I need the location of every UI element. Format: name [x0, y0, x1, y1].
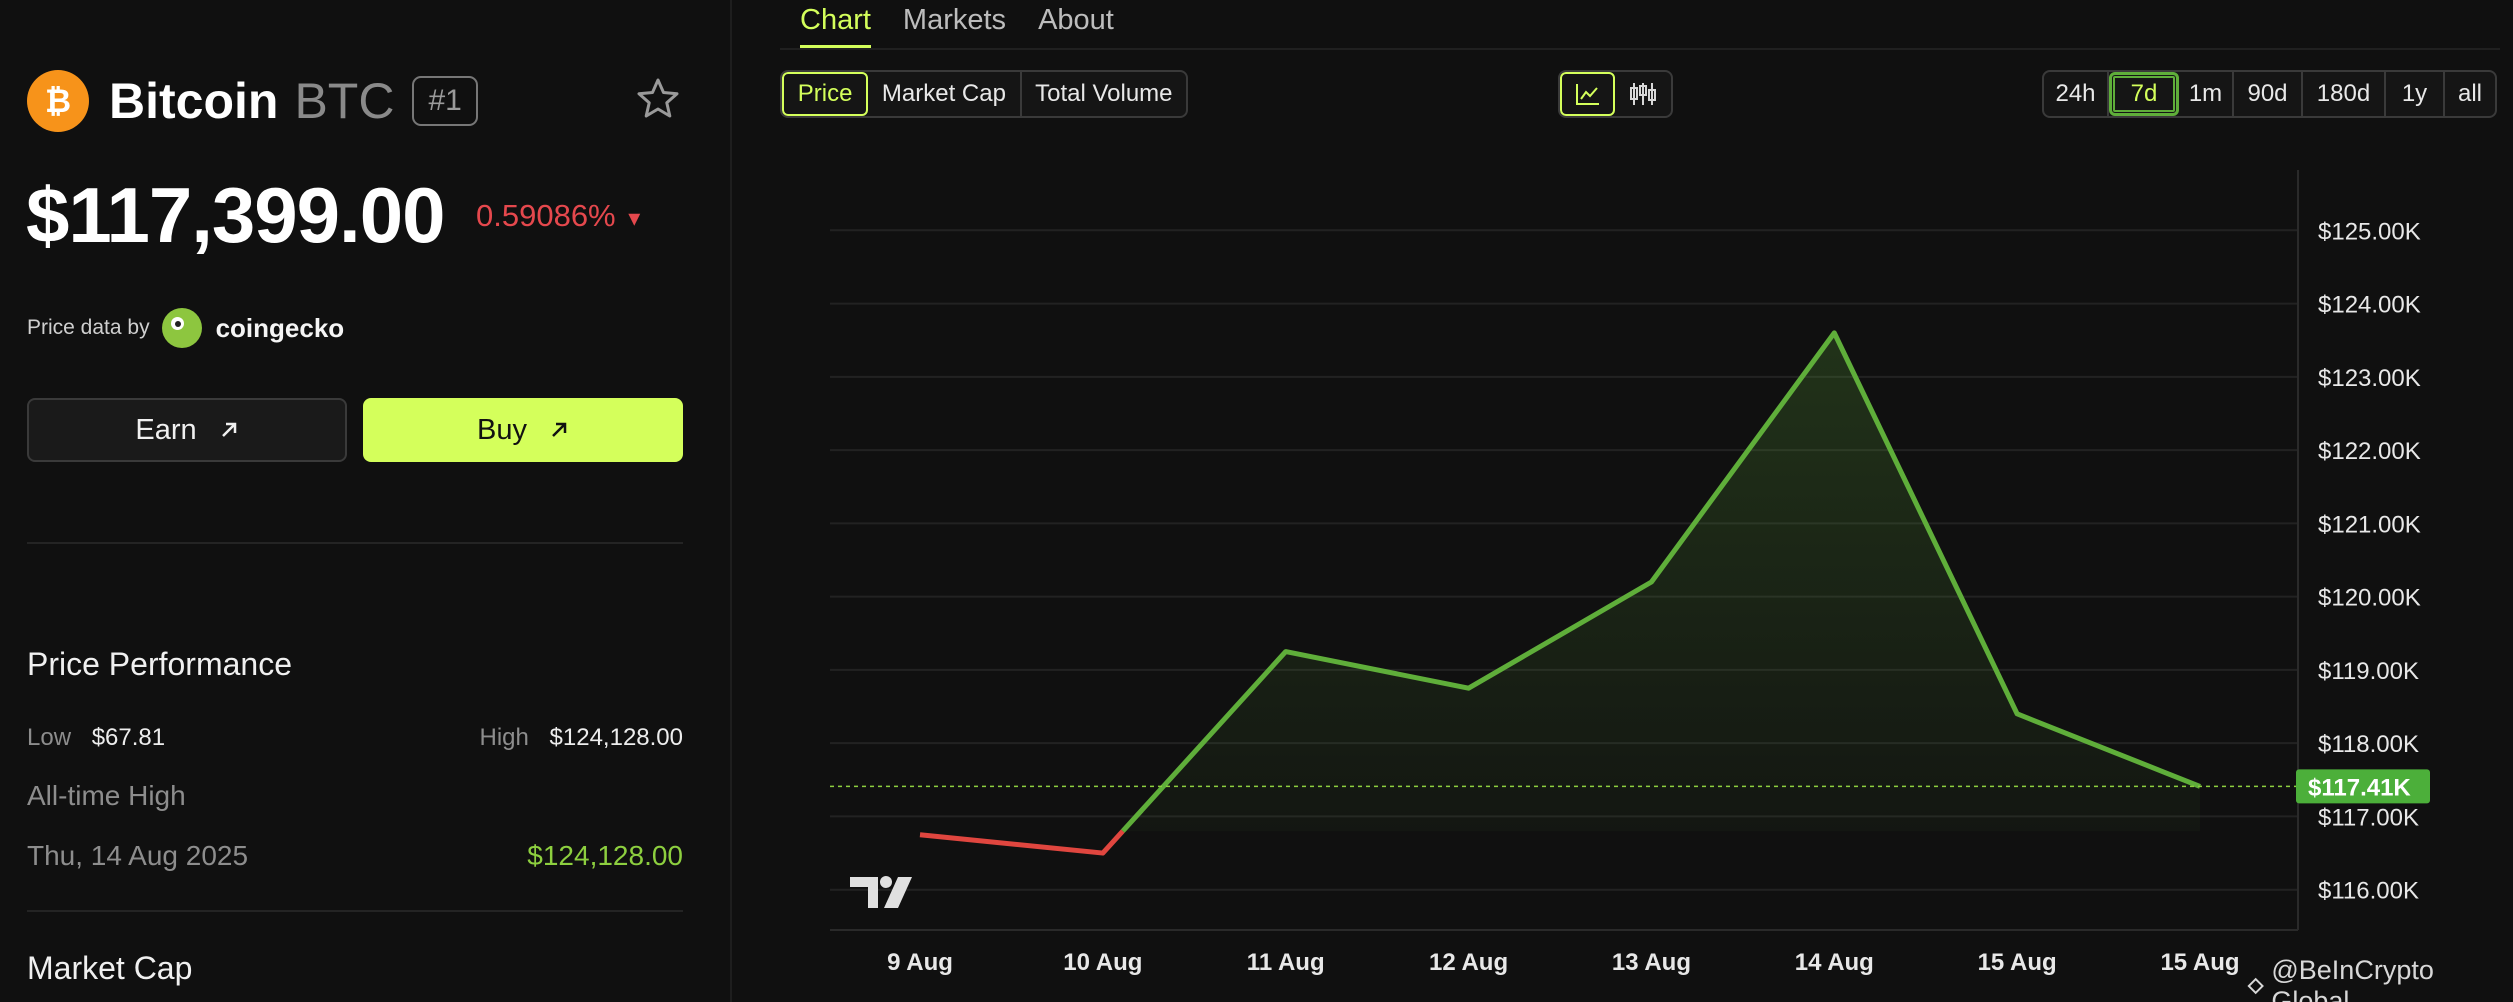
price-data-provider[interactable]: coingecko [216, 313, 345, 344]
line-chart-icon [1575, 84, 1599, 105]
x-tick-label: 9 Aug [887, 949, 953, 976]
coin-info-panel: ₿ Bitcoin BTC #1 $117,399.00 0.59086% ▾ … [0, 0, 732, 1002]
metric-price-button[interactable]: Price [782, 72, 869, 116]
x-tick-label: 10 Aug [1063, 949, 1142, 976]
candlestick-chart-button[interactable] [1615, 72, 1671, 116]
main-tabs: Chart Markets About [800, 4, 1114, 48]
metric-total-volume-button[interactable]: Total Volume [1022, 72, 1186, 116]
arrow-up-right-icon [552, 422, 567, 437]
y-tick-label: $124.00K [2318, 292, 2421, 319]
range-180d-button[interactable]: 180d [2303, 72, 2386, 116]
current-price: $117,399.00 [26, 171, 445, 259]
coingecko-logo-icon [161, 308, 202, 348]
high-value: $124,128.00 [549, 724, 683, 751]
price-change-value: 0.59086% [476, 198, 616, 233]
x-tick-label: 11 Aug [1247, 949, 1325, 976]
coin-header: ₿ Bitcoin BTC #1 [27, 70, 478, 132]
coin-name: Bitcoin [109, 73, 279, 129]
x-tick-label: 14 Aug [1795, 949, 1874, 976]
price-area-fill [1122, 332, 2200, 832]
divider [27, 542, 683, 544]
high-label: High [479, 724, 529, 751]
ath-date: Thu, 14 Aug 2025 [27, 840, 249, 871]
x-tick-label: 15 Aug [2160, 949, 2239, 976]
tab-chart[interactable]: Chart [800, 4, 871, 48]
price-performance-title: Price Performance [27, 646, 292, 682]
tab-markets[interactable]: Markets [903, 4, 1006, 48]
range-1y-button[interactable]: 1y [2386, 72, 2445, 116]
x-tick-label: 13 Aug [1612, 949, 1691, 976]
price-chart[interactable]: $117.41K $125.00K $124.00K $123.00K $122.00K… [780, 170, 2500, 990]
range-all-button[interactable]: all [2445, 72, 2495, 116]
metric-toggle: Price Market Cap Total Volume [780, 70, 1188, 118]
candlestick-icon [1630, 83, 1657, 105]
divider [27, 910, 683, 912]
y-tick-label: $119.00K [2318, 658, 2419, 685]
binance-diamond-icon [2247, 977, 2264, 995]
x-tick-label: 15 Aug [1978, 949, 2057, 976]
rank-badge: #1 [412, 76, 478, 126]
x-tick-label: 12 Aug [1429, 949, 1508, 976]
data-point[interactable] [1097, 847, 1109, 859]
price-change: 0.59086% ▾ [476, 198, 640, 234]
y-tick-label: $117.00K [2318, 804, 2419, 831]
current-price-label: $117.41K [2308, 774, 2411, 801]
range-90d-button[interactable]: 90d [2234, 72, 2303, 116]
data-point[interactable] [914, 829, 926, 841]
price-data-label: Price data by [27, 316, 150, 339]
earn-button-label: Earn [135, 413, 197, 446]
down-arrow-icon: ▾ [628, 205, 641, 232]
buy-button-label: Buy [477, 413, 527, 446]
y-tick-label: $125.00K [2318, 218, 2421, 245]
watermark: @BeInCrypto Global [2244, 955, 2513, 1002]
price-data-attribution: Price data by coingecko [27, 308, 344, 348]
arrow-up-right-icon [221, 422, 236, 437]
y-tick-label: $120.00K [2318, 585, 2421, 612]
y-tick-label: $121.00K [2318, 511, 2421, 538]
data-point[interactable] [1645, 576, 1657, 588]
y-tick-label: $123.00K [2318, 365, 2421, 392]
data-point[interactable] [1280, 646, 1292, 658]
y-tick-label: $116.00K [2318, 878, 2419, 905]
line-chart-button[interactable] [1560, 72, 1616, 116]
low-high-row: Low $67.81 High $124,128.00 [27, 724, 683, 752]
data-point[interactable] [1463, 682, 1475, 694]
low-label: Low [27, 724, 72, 751]
watermark-text: @BeInCrypto Global [2271, 955, 2434, 1002]
data-point[interactable] [2011, 708, 2023, 720]
y-tick-label: $122.00K [2318, 438, 2421, 465]
ath-label-row: All-time High [27, 780, 683, 812]
ath-value: $124,128.00 [527, 840, 683, 871]
buy-button[interactable]: Buy [363, 398, 683, 462]
earn-button[interactable]: Earn [27, 398, 347, 462]
tradingview-logo-icon [850, 876, 912, 908]
coin-symbol: BTC [294, 73, 395, 129]
data-point[interactable] [1828, 327, 1840, 339]
chart-type-toggle [1558, 70, 1673, 118]
price-line-down-segment [919, 829, 1125, 856]
favorite-star-icon[interactable] [636, 76, 680, 120]
time-range-toggle: 24h 7d 1m 90d 180d 1y all [2042, 70, 2497, 118]
ath-row: Thu, 14 Aug 2025 $124,128.00 [27, 840, 683, 872]
svg-text:₿: ₿ [45, 83, 71, 119]
y-tick-label: $118.00K [2318, 731, 2419, 758]
range-1m-button[interactable]: 1m [2179, 72, 2234, 116]
metric-market-cap-button[interactable]: Market Cap [868, 72, 1022, 116]
low-value: $67.81 [91, 724, 166, 751]
tab-about[interactable]: About [1038, 4, 1114, 48]
ath-label: All-time High [27, 780, 186, 811]
range-24h-button[interactable]: 24h [2044, 72, 2109, 116]
tab-underline-divider [780, 48, 2500, 50]
bitcoin-logo-icon: ₿ [27, 70, 89, 132]
range-7d-button[interactable]: 7d [2109, 72, 2179, 116]
market-cap-title: Market Cap [27, 950, 193, 986]
